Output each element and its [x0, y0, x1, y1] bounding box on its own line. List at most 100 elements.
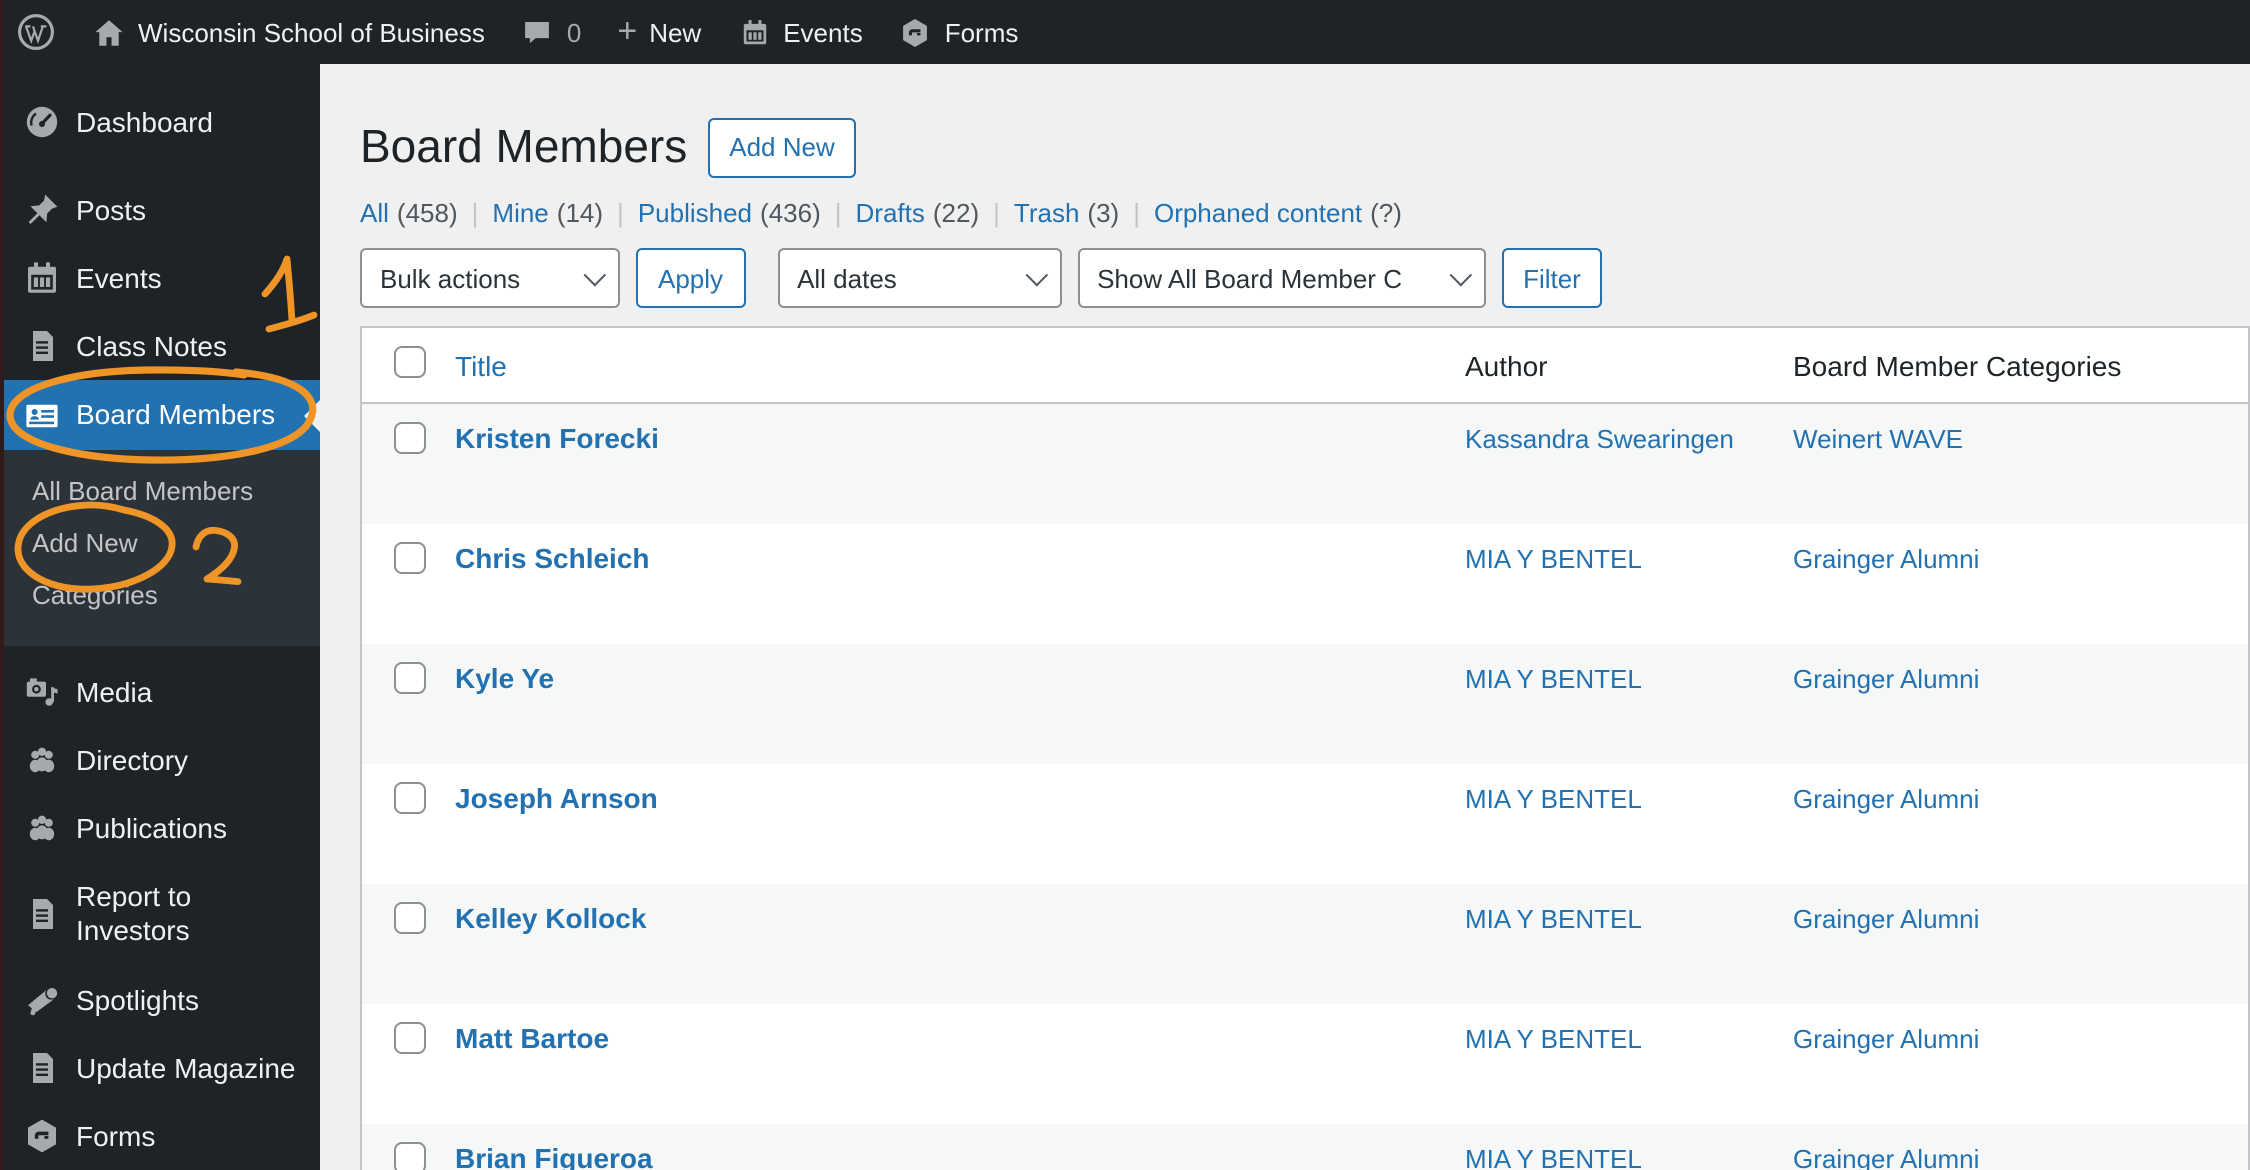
sidebar-item-posts[interactable]: Posts [0, 176, 320, 244]
sidebar-label: Publications [76, 811, 227, 844]
adminbar-forms-menu[interactable]: Forms [881, 0, 1037, 64]
sidebar-item-forms[interactable]: Forms [0, 1102, 320, 1170]
bulk-actions-value: Bulk actions [380, 263, 521, 293]
row-title-link[interactable]: Kyle Ye [455, 662, 554, 694]
filter-mine-link[interactable]: Mine [492, 198, 548, 228]
row-title-link[interactable]: Chris Schleich [455, 542, 650, 574]
wordpress-logo-icon [18, 14, 54, 50]
dates-filter-select[interactable]: All dates [777, 248, 1062, 308]
row-author-link[interactable]: MIA Y BENTEL [1465, 544, 1642, 574]
document-icon [33, 331, 53, 361]
selected-menu-arrow [304, 399, 320, 431]
row-title-link[interactable]: Kristen Forecki [455, 422, 659, 454]
column-header-title[interactable]: Title [455, 349, 507, 381]
apply-button[interactable]: Apply [636, 248, 746, 308]
row-category-link[interactable]: Grainger Alumni [1793, 784, 1979, 814]
filter-trash-link[interactable]: Trash [1014, 198, 1080, 228]
content-area: Board Members Add New All (458) | Mine (14… [320, 64, 2250, 1170]
filter-published-link[interactable]: Published [638, 198, 752, 228]
groups-icon [29, 815, 55, 841]
sidebar-label: Class Notes [76, 329, 227, 362]
row-author-link[interactable]: MIA Y BENTEL [1465, 904, 1642, 934]
sidebar-label: Dashboard [76, 105, 213, 138]
filter-button[interactable]: Filter [1501, 248, 1603, 308]
row-checkbox[interactable] [394, 1142, 426, 1170]
admin-bar: Wisconsin School of Business 0 + New Eve… [0, 0, 2250, 64]
row-author-link[interactable]: MIA Y BENTEL [1465, 664, 1642, 694]
row-category-link[interactable]: Grainger Alumni [1793, 1144, 1979, 1170]
new-label: New [649, 17, 702, 47]
chevron-down-icon [1024, 263, 1048, 287]
site-home-link[interactable]: Wisconsin School of Business [74, 0, 503, 64]
sidebar-label: Forms [76, 1119, 156, 1152]
sidebar-item-media[interactable]: Media [0, 658, 320, 726]
comments-menu[interactable]: 0 [503, 0, 599, 64]
row-checkbox[interactable] [394, 542, 426, 574]
row-checkbox[interactable] [394, 902, 426, 934]
sidebar-item-publications[interactable]: Publications [0, 794, 320, 862]
document-icon [33, 899, 53, 929]
chevron-down-icon [1448, 263, 1472, 287]
row-title-link[interactable]: Brian Figueroa [455, 1142, 653, 1170]
row-author-link[interactable]: MIA Y BENTEL [1465, 1024, 1642, 1054]
row-title-link[interactable]: Kelley Kollock [455, 902, 646, 934]
table-header-row: Title Author Board Member Categories [361, 327, 2249, 404]
sidebar-item-spotlights[interactable]: Spotlights [0, 966, 320, 1034]
sidebar-label: Spotlights [76, 983, 199, 1016]
row-title-link[interactable]: Joseph Arnson [455, 782, 658, 814]
adminbar-events-label: Events [783, 17, 863, 47]
row-checkbox[interactable] [394, 662, 426, 694]
row-checkbox[interactable] [394, 1022, 426, 1054]
list-toolbar: Bulk actions Apply All dates Show All Bo… [360, 248, 2250, 308]
select-all-checkbox[interactable] [394, 346, 426, 378]
table-row: Brian Figueroa MIA Y BENTEL Grainger Alu… [361, 1124, 2249, 1170]
new-content-menu[interactable]: + New [599, 0, 719, 64]
add-new-button[interactable]: Add New [707, 117, 857, 179]
adminbar-events-menu[interactable]: Events [719, 0, 881, 64]
sidebar-item-update-magazine[interactable]: Update Magazine [0, 1034, 320, 1102]
row-author-link[interactable]: MIA Y BENTEL [1465, 784, 1642, 814]
sidebar-label: Report to Investors [76, 880, 192, 946]
row-category-link[interactable]: Grainger Alumni [1793, 664, 1979, 694]
filter-mine-count: (14) [556, 198, 604, 228]
sidebar-label: Events [76, 261, 162, 294]
id-card-icon [26, 403, 58, 427]
sidebar-item-class-notes[interactable]: Class Notes [0, 312, 320, 380]
category-filter-select[interactable]: Show All Board Member C [1077, 248, 1486, 308]
table-row: Kyle Ye MIA Y BENTEL Grainger Alumni [361, 644, 2249, 764]
chevron-down-icon [583, 263, 607, 287]
row-checkbox[interactable] [394, 422, 426, 454]
submenu-all-board-members[interactable]: All Board Members [0, 466, 320, 518]
sidebar-item-directory[interactable]: Directory [0, 726, 320, 794]
pushpin-icon [28, 194, 58, 224]
row-title-link[interactable]: Matt Bartoe [455, 1022, 609, 1054]
submenu-add-new[interactable]: Add New [0, 518, 320, 570]
row-category-link[interactable]: Weinert WAVE [1793, 424, 1963, 454]
sidebar-item-board-members[interactable]: Board Members [0, 380, 320, 450]
submenu-categories[interactable]: Categories [0, 570, 320, 622]
filter-published-count: (436) [760, 198, 821, 228]
sidebar-item-report-to-investors[interactable]: Report to Investors [0, 862, 320, 966]
adminbar-forms-label: Forms [944, 17, 1019, 47]
filter-orphaned-link[interactable]: Orphaned content [1154, 198, 1362, 228]
separator: | [1133, 198, 1140, 228]
comment-bubble-icon [525, 20, 550, 43]
calendar-icon [28, 262, 56, 293]
wordpress-logo-menu[interactable] [0, 0, 74, 64]
filter-all-link[interactable]: All [360, 198, 389, 228]
filter-drafts-link[interactable]: Drafts [856, 198, 925, 228]
separator: | [617, 198, 624, 228]
row-author-link[interactable]: Kassandra Swearingen [1465, 424, 1734, 454]
dashboard-icon [26, 106, 58, 138]
row-category-link[interactable]: Grainger Alumni [1793, 544, 1979, 574]
sidebar-label: Update Magazine [76, 1051, 296, 1084]
row-author-link[interactable]: MIA Y BENTEL [1465, 1144, 1642, 1170]
media-icon [26, 678, 58, 706]
sidebar-item-events[interactable]: Events [0, 244, 320, 312]
filter-drafts-count: (22) [932, 198, 980, 228]
row-checkbox[interactable] [394, 782, 426, 814]
sidebar-item-dashboard[interactable]: Dashboard [0, 88, 320, 156]
bulk-actions-select[interactable]: Bulk actions [360, 248, 620, 308]
row-category-link[interactable]: Grainger Alumni [1793, 1024, 1979, 1054]
row-category-link[interactable]: Grainger Alumni [1793, 904, 1979, 934]
